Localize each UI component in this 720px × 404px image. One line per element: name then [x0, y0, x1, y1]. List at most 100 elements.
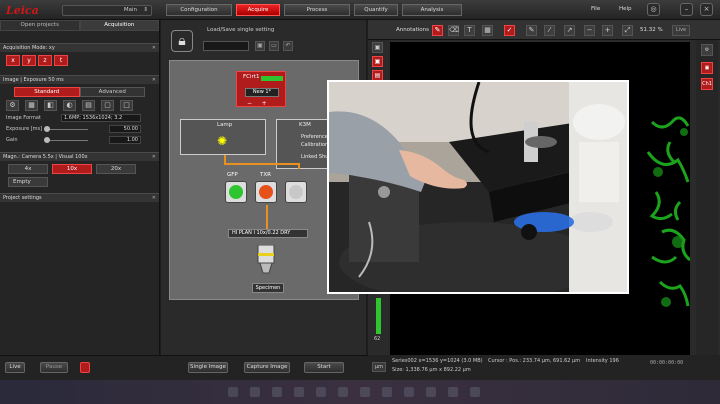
objective-10x-button[interactable]: 10x — [52, 164, 92, 174]
pin-icon[interactable]: ✕ — [152, 76, 156, 84]
settings-icon[interactable]: ⚙ — [6, 100, 19, 111]
main-layout-select[interactable]: Main ⇕ — [62, 5, 152, 16]
exposure-input[interactable]: 50.00 — [109, 125, 141, 133]
histogram-icon[interactable]: ▦ — [25, 100, 38, 111]
objective-select[interactable]: HI PLAN I 10x/0.22 DRY — [228, 229, 308, 238]
leica-logo: Leica — [6, 4, 39, 17]
taskbar-icon[interactable] — [294, 387, 304, 397]
text-tool-icon[interactable]: T — [464, 25, 475, 36]
mode-advanced-button[interactable]: Advanced — [79, 87, 145, 97]
zoom-out-icon[interactable]: − — [584, 25, 595, 36]
taskbar-icon[interactable] — [316, 387, 326, 397]
channel-1-button[interactable]: Ch1 — [701, 78, 713, 90]
minimize-button[interactable]: – — [680, 3, 693, 16]
axis-t-button[interactable]: t — [54, 55, 68, 66]
live-view-button[interactable]: Live — [672, 25, 690, 36]
exposure-slider[interactable] — [44, 126, 88, 132]
gain-slider-knob[interactable] — [44, 137, 50, 143]
taskbar-icon[interactable] — [448, 387, 458, 397]
annotations-label: Annotations — [396, 27, 430, 33]
image-tool-icon[interactable]: ▣ — [372, 42, 383, 53]
light-path-line — [298, 163, 300, 169]
pencil-icon[interactable]: ✎ — [526, 25, 537, 36]
grid-tool-icon[interactable]: ▦ — [482, 25, 493, 36]
capture-image-button[interactable]: Capture Image — [244, 362, 290, 373]
axis-x-button[interactable]: x — [6, 55, 20, 66]
annotation-pen-icon[interactable]: ✎ — [432, 25, 443, 36]
taskbar-icon[interactable] — [404, 387, 414, 397]
taskbar-icon[interactable] — [382, 387, 392, 397]
white-balance-icon[interactable]: □ — [120, 100, 133, 111]
gain-slider[interactable] — [44, 137, 88, 143]
start-button[interactable]: Start — [304, 362, 344, 373]
pin-icon[interactable]: ✕ — [152, 153, 156, 161]
overlay-tool-icon[interactable]: ▣ — [372, 56, 383, 67]
pin-icon[interactable]: ✕ — [152, 44, 156, 52]
close-button[interactable]: × — [700, 3, 713, 16]
zoom-in-icon[interactable]: + — [602, 25, 613, 36]
project-settings-header[interactable]: Project settings ✕ — [0, 193, 159, 202]
empty-filter-button[interactable] — [285, 181, 307, 203]
axis-y-button[interactable]: y — [22, 55, 36, 66]
measure-icon[interactable]: ✓ — [504, 25, 515, 36]
mode-standard-button[interactable]: Standard — [14, 87, 80, 97]
calibration-link[interactable]: Calibration — [301, 142, 328, 148]
lock-icon[interactable]: 🔒︎ — [171, 30, 193, 52]
intensity-bar[interactable] — [376, 298, 381, 334]
tab-acquisition[interactable]: Acquisition — [79, 20, 159, 31]
tab-quantify[interactable]: Quantify — [354, 4, 398, 16]
unit-button[interactable]: µm — [372, 362, 386, 372]
taskbar-icon[interactable] — [272, 387, 282, 397]
taskbar-icon[interactable] — [426, 387, 436, 397]
tab-process[interactable]: Process — [284, 4, 350, 16]
zoom-level[interactable]: 51.32 % — [640, 27, 663, 33]
brightness-icon[interactable]: ◐ — [63, 100, 76, 111]
taskbar-icon[interactable] — [228, 387, 238, 397]
arrow-icon[interactable]: ↗ — [564, 25, 575, 36]
menu-file[interactable]: File — [591, 6, 600, 12]
taskbar-icon[interactable] — [250, 387, 260, 397]
objective-20x-button[interactable]: 20x — [96, 164, 136, 174]
pin-icon[interactable]: ✕ — [152, 194, 156, 202]
acquisition-mode-header[interactable]: Acquisition Mode: xy ✕ — [0, 43, 159, 52]
taskbar-icon[interactable] — [360, 387, 370, 397]
tab-configuration[interactable]: Configuration — [166, 4, 232, 16]
contrast-icon[interactable]: ▤ — [82, 100, 95, 111]
magnification-header[interactable]: Magn.: Camera 5.5x | Visual 100x ✕ — [0, 152, 159, 161]
tab-analysis[interactable]: Analysis — [402, 4, 462, 16]
save-icon[interactable]: ▣ — [255, 41, 265, 51]
taskbar-icon[interactable] — [470, 387, 480, 397]
brush-icon[interactable]: ⁄ — [544, 25, 555, 36]
globe-icon[interactable]: ◎ — [647, 3, 660, 16]
fit-icon[interactable]: ⤢ — [622, 25, 633, 36]
image-header[interactable]: Image | Exposure 50 ms ✕ — [0, 75, 159, 84]
channel-overlay-icon[interactable]: ▣ — [701, 62, 713, 74]
eraser-icon[interactable]: ⌫ — [448, 25, 459, 36]
settings-side-icon[interactable]: ⚙ — [701, 44, 713, 56]
live-button[interactable]: Live — [5, 362, 25, 373]
image-format-select[interactable]: 1.6MP; 1536x1024; 3.2 — [61, 114, 141, 122]
fc-select[interactable]: New 1* — [245, 88, 279, 97]
tab-open-projects[interactable]: Open projects — [0, 20, 80, 31]
preferences-link[interactable]: Preferences — [301, 134, 330, 140]
axis-z-button[interactable]: z — [38, 55, 52, 66]
exposure-slider-knob[interactable] — [44, 126, 50, 132]
flip-icon[interactable]: ◧ — [44, 100, 57, 111]
tab-acquire[interactable]: Acquire — [236, 4, 280, 16]
taskbar-icon[interactable] — [338, 387, 348, 397]
lamp-box[interactable]: Lamp ✺ — [180, 119, 266, 155]
pause-button[interactable]: Pause — [40, 362, 68, 373]
objective-4x-button[interactable]: 4x — [8, 164, 48, 174]
folder-icon[interactable]: ▭ — [269, 41, 279, 51]
fc-minus-plus[interactable]: − + — [247, 100, 267, 107]
menu-help[interactable]: Help — [619, 6, 632, 12]
gain-input[interactable]: 1.00 — [109, 136, 141, 144]
gfp-filter-button[interactable] — [225, 181, 247, 203]
setting-select[interactable] — [203, 41, 249, 51]
single-image-button[interactable]: Single Image — [188, 362, 228, 373]
undo-icon[interactable]: ↶ — [283, 41, 293, 51]
objective-empty-button[interactable]: Empty — [8, 177, 48, 187]
record-icon[interactable] — [80, 362, 90, 373]
grid-icon[interactable]: ▢ — [101, 100, 114, 111]
txr-filter-button[interactable] — [255, 181, 277, 203]
